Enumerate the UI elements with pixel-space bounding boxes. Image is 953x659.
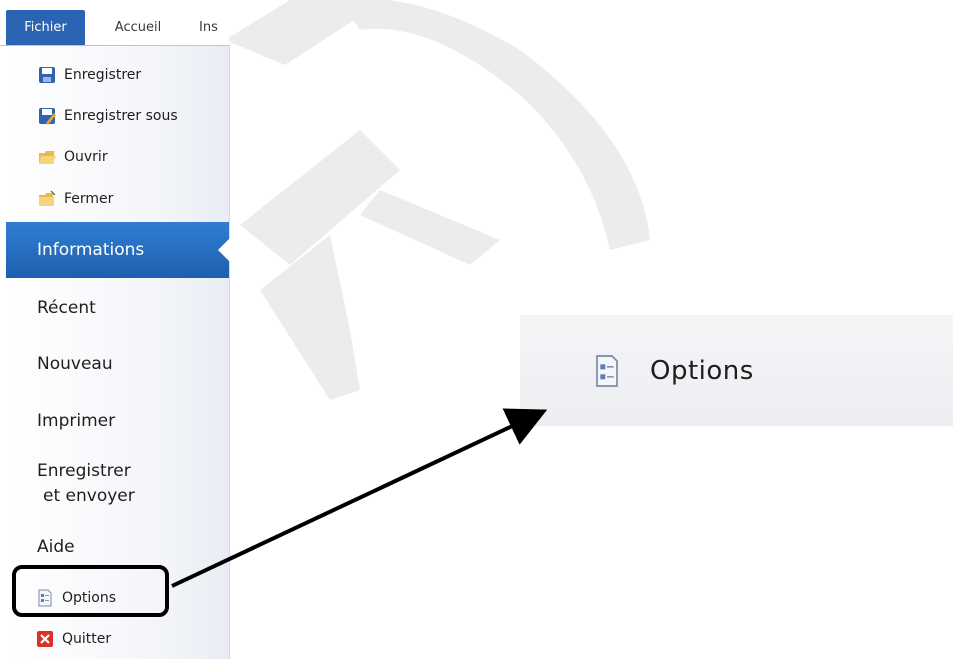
active-indicator	[218, 238, 230, 262]
backstage-menu: Fichier Accueil Ins Enregistrer Enregist…	[0, 0, 230, 659]
section-enregistrer-envoyer-line1: Enregistrer	[37, 461, 131, 481]
options-zoom-label: Options	[650, 355, 754, 386]
fermer-label: Fermer	[64, 191, 114, 207]
enregistrer-label: Enregistrer	[64, 67, 142, 83]
options-label: Options	[62, 590, 117, 606]
tab-accueil[interactable]: Accueil	[92, 10, 184, 45]
section-imprimer-label: Imprimer	[37, 411, 116, 431]
section-informations[interactable]: Informations	[6, 222, 230, 278]
quitter-button[interactable]: Quitter	[6, 620, 229, 658]
section-recent[interactable]: Récent	[6, 294, 229, 322]
quitter-label: Quitter	[62, 631, 112, 647]
tab-insertion[interactable]: Ins	[199, 10, 229, 45]
section-enregistrer-envoyer-line2: et envoyer	[43, 486, 135, 506]
section-enregistrer-et-envoyer[interactable]: Enregistrer et envoyer	[6, 459, 229, 511]
options-icon	[38, 589, 52, 607]
close-folder-icon	[39, 190, 56, 206]
options-button[interactable]: Options	[6, 579, 229, 617]
save-icon	[39, 67, 55, 83]
enregistrer-sous-button[interactable]: Enregistrer sous	[6, 97, 229, 135]
open-folder-icon	[39, 151, 56, 164]
tab-fichier[interactable]: Fichier	[6, 10, 85, 45]
ouvrir-label: Ouvrir	[64, 149, 108, 165]
section-recent-label: Récent	[37, 298, 96, 318]
ribbon-tab-bar: Fichier Accueil Ins	[0, 10, 229, 46]
exit-icon	[37, 631, 53, 647]
fermer-button[interactable]: Fermer	[6, 180, 229, 218]
section-imprimer[interactable]: Imprimer	[6, 407, 229, 435]
section-informations-label: Informations	[37, 240, 145, 260]
section-aide[interactable]: Aide	[6, 533, 229, 561]
section-aide-label: Aide	[37, 537, 75, 557]
save-as-icon	[39, 108, 56, 125]
options-icon	[596, 354, 618, 387]
section-nouveau-label: Nouveau	[37, 354, 113, 374]
section-nouveau[interactable]: Nouveau	[6, 350, 229, 378]
enregistrer-button[interactable]: Enregistrer	[6, 56, 229, 94]
ouvrir-button[interactable]: Ouvrir	[6, 138, 229, 176]
enregistrer-sous-label: Enregistrer sous	[64, 108, 178, 124]
options-zoom-callout: Options	[520, 315, 953, 426]
